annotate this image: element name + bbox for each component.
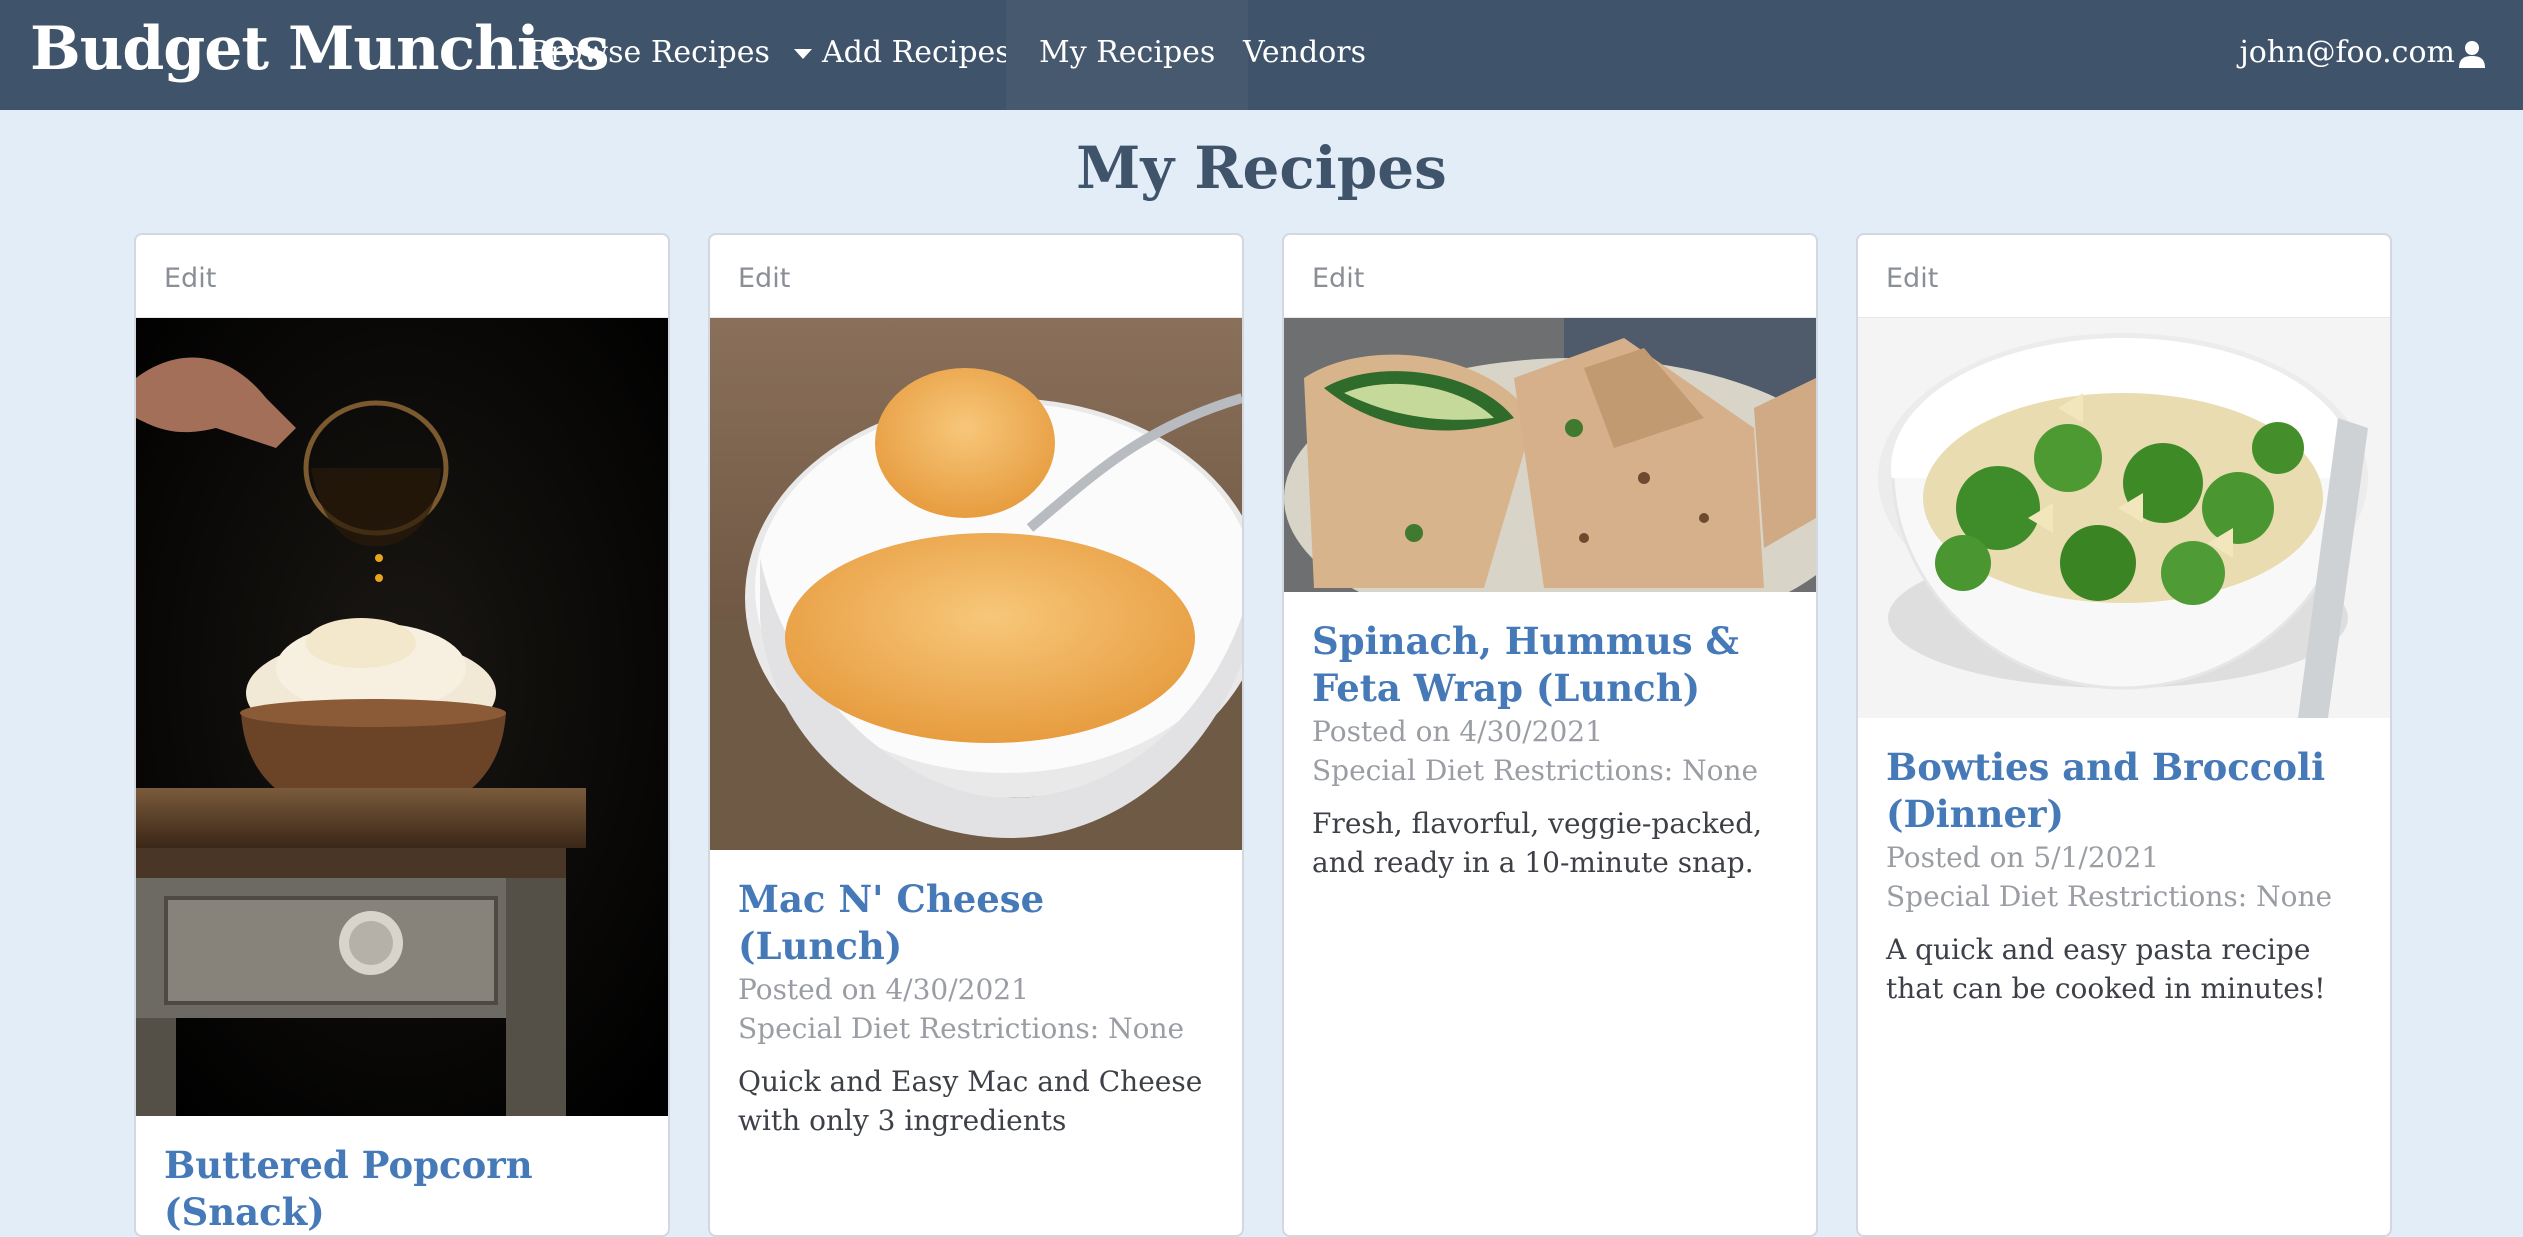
wrap-photo[interactable]: [1284, 318, 1816, 592]
recipe-card: Edit Buttered Popcorn (Snack): [134, 233, 670, 1237]
diet-restrictions: Special Diet Restrictions: None: [738, 1012, 1185, 1045]
page-title: My Recipes: [1076, 134, 1447, 202]
diet-restrictions: Special Diet Restrictions: None: [1886, 880, 2333, 913]
user-icon: [2459, 41, 2485, 68]
recipe-title-link[interactable]: Spinach, Hummus & Feta Wrap (Lunch): [1312, 618, 1788, 712]
recipe-description: Quick and Easy Mac and Cheese with only …: [738, 1065, 1203, 1137]
nav-add-recipes[interactable]: Add Recipes: [802, 0, 1031, 110]
edit-link[interactable]: Edit: [710, 235, 1242, 318]
posted-date: Posted on 5/1/2021: [1886, 841, 2160, 874]
nav-vendors[interactable]: Vendors: [1223, 0, 1386, 110]
recipe-description: A quick and easy pasta recipe that can b…: [1886, 933, 2326, 1005]
recipe-title-link[interactable]: Mac N' Cheese (Lunch): [738, 876, 1214, 970]
bowties-broccoli-photo[interactable]: [1858, 318, 2390, 718]
posted-date: Posted on 4/30/2021: [738, 973, 1029, 1006]
navbar: Budget Munchies Browse Recipes Add Recip…: [0, 0, 2523, 110]
recipe-description: Fresh, flavorful, veggie-packed, and rea…: [1312, 807, 1763, 879]
nav-my-recipes-label: My Recipes: [1039, 35, 1216, 70]
nav-my-recipes[interactable]: My Recipes: [1006, 0, 1249, 110]
user-menu[interactable]: john@foo.com: [2239, 0, 2487, 110]
recipe-card: Edit Mac N' Cheese (Lunch) Posted on 4/3…: [708, 233, 1244, 1237]
recipe-card: Edit Bowties and Broccoli (Dinner) Poste…: [1856, 233, 2392, 1237]
nav-browse-recipes[interactable]: Browse Recipes: [508, 0, 832, 110]
edit-link[interactable]: Edit: [136, 235, 668, 318]
posted-date: Posted on 4/30/2021: [1312, 715, 1603, 748]
recipe-title-link[interactable]: Bowties and Broccoli (Dinner): [1886, 744, 2362, 838]
mac-and-cheese-photo[interactable]: [710, 318, 1242, 850]
edit-link[interactable]: Edit: [1858, 235, 2390, 318]
nav-add-recipes-label: Add Recipes: [822, 35, 1011, 70]
edit-link[interactable]: Edit: [1284, 235, 1816, 318]
popcorn-photo[interactable]: [136, 318, 668, 1116]
user-email: john@foo.com: [2239, 35, 2455, 70]
diet-restrictions: Special Diet Restrictions: None: [1312, 754, 1759, 787]
recipe-title-link[interactable]: Buttered Popcorn (Snack): [164, 1142, 640, 1235]
nav-vendors-label: Vendors: [1243, 35, 1366, 70]
nav-browse-recipes-label: Browse Recipes: [528, 35, 770, 70]
recipe-card: Edit Spinach, Hummus & Feta Wrap (Lunch)…: [1282, 233, 1818, 1237]
